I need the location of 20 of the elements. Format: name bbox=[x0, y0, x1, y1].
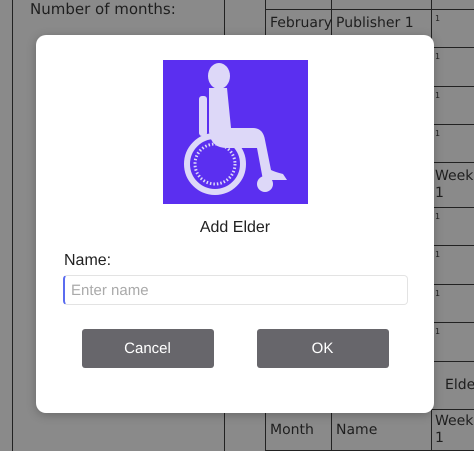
field-label: Name: bbox=[64, 252, 112, 270]
table-cell: Name bbox=[336, 422, 378, 438]
table-cell: February bbox=[270, 15, 332, 31]
table-cell: 1 bbox=[435, 212, 440, 221]
table-cell: 1 bbox=[435, 91, 440, 100]
dialog-title: Add Elder bbox=[200, 219, 270, 237]
table-cell: Month bbox=[270, 422, 314, 438]
table-cell: 1 bbox=[435, 52, 440, 61]
table-cell: Week 1 bbox=[435, 413, 471, 447]
table-cell: 1 bbox=[435, 250, 440, 259]
form-label: Number of months: bbox=[30, 0, 177, 18]
table-cell: 1 bbox=[435, 14, 440, 23]
name-input-field[interactable]: Enter name bbox=[63, 275, 408, 305]
dialog-button[interactable]: OK bbox=[256, 329, 388, 368]
table-cell: 1 bbox=[435, 327, 440, 336]
table-cell: 1 bbox=[435, 289, 440, 298]
table-cell: Publisher 1 bbox=[336, 15, 414, 31]
dialog-button[interactable]: Cancel bbox=[82, 329, 214, 368]
table-cell: 1 bbox=[435, 129, 440, 138]
table-cell: Week 1 bbox=[435, 168, 471, 202]
